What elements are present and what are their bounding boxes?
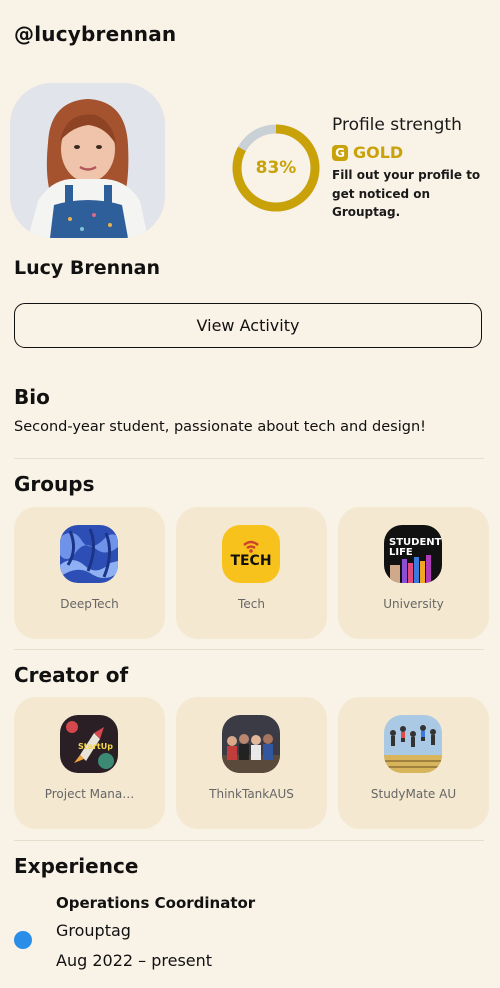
avatar-photo xyxy=(10,83,165,238)
student-life-thumbnail: STUDENT LIFE xyxy=(384,525,442,583)
experience-company: Grouptag xyxy=(56,921,131,940)
experience-heading: Experience xyxy=(14,854,139,878)
blue-fabric-thumbnail xyxy=(60,525,118,583)
creator-label: StudyMate AU xyxy=(370,787,457,801)
experience-role: Operations Coordinator xyxy=(56,894,256,912)
creator-heading: Creator of xyxy=(14,663,129,687)
divider xyxy=(14,458,484,459)
divider xyxy=(14,649,484,650)
tier-label: GOLD xyxy=(353,143,404,162)
group-card-deeptech[interactable]: DeepTech xyxy=(14,507,165,639)
creator-label: Project Mana… xyxy=(44,787,135,801)
tech-wifi-thumbnail: TECH xyxy=(222,525,280,583)
group-label: Tech xyxy=(238,597,265,611)
profile-strength-percent: 83% xyxy=(255,158,297,178)
creator-card-project-management[interactable]: StartUp Project Mana… xyxy=(14,697,165,829)
creator-label: ThinkTankAUS xyxy=(209,787,294,801)
g-badge-icon: G xyxy=(332,144,348,161)
view-activity-button[interactable]: View Activity xyxy=(14,303,482,348)
creator-card-studymate-au[interactable]: StudyMate AU xyxy=(338,697,489,829)
profile-name: Lucy Brennan xyxy=(14,257,161,279)
divider xyxy=(14,840,484,841)
group-label: DeepTech xyxy=(60,597,119,611)
profile-strength-hint: Fill out your profile to get noticed on … xyxy=(332,168,481,219)
creator-carousel[interactable]: StartUp Project Mana… ThinkTankAUS Study… xyxy=(14,697,500,829)
startup-rocket-thumbnail: StartUp xyxy=(60,715,118,773)
tier-badge-row: G GOLD xyxy=(332,143,403,162)
jumping-students-thumbnail xyxy=(384,715,442,773)
profile-handle: @lucybrennan xyxy=(14,22,177,46)
profile-avatar[interactable] xyxy=(10,83,165,238)
experience-dates: Aug 2022 – present xyxy=(56,951,213,970)
group-photo-thumbnail xyxy=(222,715,280,773)
group-card-tech[interactable]: TECH Tech xyxy=(176,507,327,639)
bio-heading: Bio xyxy=(14,385,50,409)
creator-card-thinktankaus[interactable]: ThinkTankAUS xyxy=(176,697,327,829)
bio-text: Second-year student, passionate about te… xyxy=(14,419,426,435)
timeline-dot-icon xyxy=(14,931,32,949)
profile-strength-title: Profile strength xyxy=(332,115,462,135)
groups-heading: Groups xyxy=(14,472,95,496)
svg-text:TECH: TECH xyxy=(230,553,271,569)
group-card-university[interactable]: STUDENT LIFE University xyxy=(338,507,489,639)
svg-text:LIFE: LIFE xyxy=(389,547,413,558)
group-label: University xyxy=(383,597,444,611)
svg-text:StartUp: StartUp xyxy=(78,742,113,751)
groups-carousel[interactable]: DeepTech TECH Tech STUDENT LIFE Universi… xyxy=(14,507,500,639)
